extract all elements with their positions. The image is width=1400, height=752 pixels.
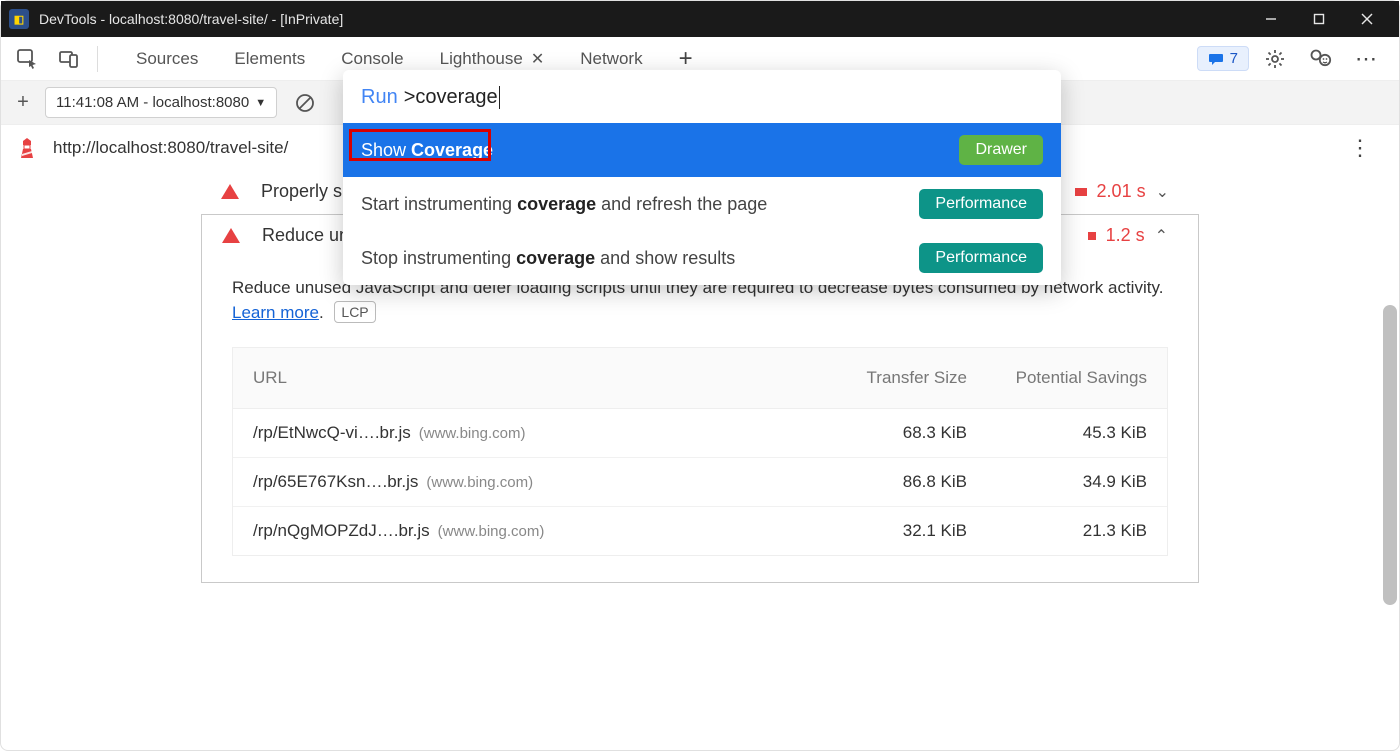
palette-option-label: Start instrumenting coverage and refresh… [361,194,767,215]
tab-sources[interactable]: Sources [118,39,216,79]
palette-option-category: Performance [919,189,1043,219]
chat-bubble-icon [1208,51,1224,67]
device-toolbar-icon[interactable] [49,39,89,79]
palette-option-stop-coverage[interactable]: Stop instrumenting coverage and show res… [343,231,1061,285]
row-url: /rp/EtNwcQ-vi….br.js(www.bing.com) [253,423,817,443]
palette-option-show-coverage[interactable]: Show Coverage Drawer [343,123,1061,177]
palette-option-category: Drawer [959,135,1043,165]
close-tab-icon[interactable]: ✕ [531,49,544,69]
tab-label: Network [580,49,642,69]
palette-option-label: Stop instrumenting coverage and show res… [361,248,735,269]
tab-elements[interactable]: Elements [216,39,323,79]
table-header: URL Transfer Size Potential Savings [233,348,1167,409]
palette-option-category: Performance [919,243,1043,273]
issues-count: 7 [1230,50,1238,67]
row-savings: 21.3 KiB [967,521,1147,541]
scrollbar-thumb[interactable] [1383,305,1397,605]
table-row[interactable]: /rp/EtNwcQ-vi….br.js(www.bing.com) 68.3 … [233,409,1167,458]
minimize-button[interactable] [1247,1,1295,37]
inspect-element-icon[interactable] [7,39,47,79]
learn-more-link[interactable]: Learn more [232,303,319,322]
table-row[interactable]: /rp/nQgMOPZdJ….br.js(www.bing.com) 32.1 … [233,507,1167,555]
tab-label: Lighthouse [440,49,523,69]
dropdown-caret-icon: ▼ [255,97,266,109]
col-url-header: URL [253,368,817,388]
table-row[interactable]: /rp/65E767Ksn….br.js(www.bing.com) 86.8 … [233,458,1167,507]
lighthouse-logo-icon [15,136,39,160]
row-savings: 34.9 KiB [967,472,1147,492]
chevron-up-icon: ⌃ [1155,226,1168,246]
row-url: /rp/nQgMOPZdJ….br.js(www.bing.com) [253,521,817,541]
command-palette: Run >coverage Show Coverage Drawer Start… [343,70,1061,285]
feedback-icon[interactable] [1301,39,1341,79]
tab-label: Elements [234,49,305,69]
toolbar-right: 7 ⋯ [1197,39,1393,79]
devtools-app-icon: ◧ [9,9,29,29]
titlebar: ◧ DevTools - localhost:8080/travel-site/… [1,1,1399,37]
fail-triangle-icon [222,228,240,243]
report-url: http://localhost:8080/travel-site/ [53,138,288,158]
more-menu-icon[interactable]: ⋯ [1347,39,1387,79]
tab-label: Sources [136,49,198,69]
palette-query-text: >coverage [404,86,500,109]
settings-gear-icon[interactable] [1255,39,1295,79]
maximize-button[interactable] [1295,1,1343,37]
palette-option-label: Show Coverage [361,140,493,161]
new-report-button[interactable]: + [9,89,37,117]
row-url: /rp/65E767Ksn….br.js(www.bing.com) [253,472,817,492]
report-selector[interactable]: 11:41:08 AM - localhost:8080 ▼ [45,87,277,118]
time-bar-icon [1088,232,1096,240]
col-savings-header: Potential Savings [967,368,1147,388]
row-transfer: 86.8 KiB [817,472,967,492]
close-window-button[interactable] [1343,1,1391,37]
fail-triangle-icon [221,184,239,199]
row-transfer: 68.3 KiB [817,423,967,443]
palette-input[interactable]: Run >coverage [343,70,1061,123]
window-controls [1247,1,1391,37]
chevron-down-icon: ⌄ [1156,182,1169,202]
audit-time: 1.2 s ⌃ [1088,225,1168,246]
audit-time-value: 1.2 s [1106,225,1145,246]
row-transfer: 32.1 KiB [817,521,967,541]
separator [97,46,98,72]
report-menu-icon[interactable]: ⋮ [1335,135,1385,161]
audit-time: 2.01 s ⌄ [1075,181,1169,202]
unused-js-table: URL Transfer Size Potential Savings /rp/… [232,347,1168,556]
report-timestamp: 11:41:08 AM - localhost:8080 [56,94,249,111]
scrollbar-track[interactable] [1381,125,1399,744]
col-transfer-header: Transfer Size [817,368,967,388]
audit-time-value: 2.01 s [1097,181,1146,202]
row-savings: 45.3 KiB [967,423,1147,443]
lcp-badge: LCP [334,301,375,323]
clear-icon[interactable] [285,83,325,123]
palette-option-start-coverage[interactable]: Start instrumenting coverage and refresh… [343,177,1061,231]
palette-run-label: Run [361,86,398,109]
tab-label: Console [341,49,403,69]
time-bar-icon [1075,188,1087,196]
issues-badge[interactable]: 7 [1197,46,1249,71]
window-title: DevTools - localhost:8080/travel-site/ -… [39,11,343,27]
